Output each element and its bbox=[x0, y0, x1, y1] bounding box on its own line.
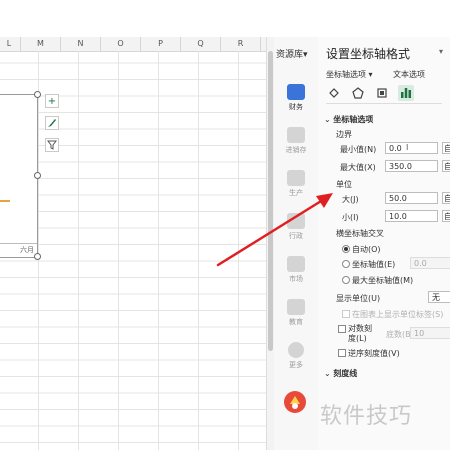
min-value-input[interactable]: 0.0 I bbox=[385, 142, 438, 154]
horizontal-axis-crosses-label: 横坐标轴交叉 bbox=[336, 229, 384, 238]
major-unit-input[interactable]: 50.0 bbox=[385, 192, 438, 204]
chevron-down-icon: ▾ bbox=[368, 70, 373, 79]
filter-icon bbox=[47, 140, 57, 150]
major-auto-button[interactable]: 自动 bbox=[442, 192, 450, 204]
resource-item-finance[interactable]: 财务 bbox=[274, 84, 318, 112]
fill-line-icon[interactable] bbox=[326, 85, 342, 101]
max-auto-button[interactable]: 自动 bbox=[442, 160, 450, 172]
panel-title: 设置坐标轴格式 bbox=[326, 47, 411, 61]
chart-category-axis bbox=[0, 243, 37, 244]
show-units-label: 在图表上显示单位标签(S) bbox=[352, 310, 444, 319]
store-icon bbox=[287, 127, 305, 143]
cross-max-label[interactable]: 最大坐标轴值(M) bbox=[352, 275, 413, 286]
resource-item-more[interactable]: 更多 bbox=[274, 342, 318, 370]
text-cursor-icon: I bbox=[406, 143, 409, 152]
column-header-m[interactable]: M bbox=[21, 37, 61, 51]
resource-item-admin[interactable]: 行政 bbox=[274, 213, 318, 241]
chart-resize-handle-top-right[interactable] bbox=[34, 91, 41, 98]
scrollbar-thumb[interactable] bbox=[268, 51, 273, 351]
minor-auto-button[interactable]: 自动 bbox=[442, 210, 450, 222]
divider bbox=[326, 103, 442, 104]
column-header-o[interactable]: O bbox=[101, 37, 141, 51]
tab-text-options[interactable]: 文本选项 bbox=[393, 69, 425, 80]
chart-object[interactable]: 六月 bbox=[0, 94, 38, 258]
cell-grid[interactable] bbox=[0, 51, 266, 450]
max-value-input[interactable]: 350.0 bbox=[385, 160, 438, 172]
section-tick-marks[interactable]: ⌄ 刻度线 bbox=[324, 368, 357, 379]
show-units-checkbox[interactable] bbox=[342, 310, 350, 318]
size-properties-icon[interactable] bbox=[374, 85, 390, 101]
chart-filter-button[interactable] bbox=[45, 138, 59, 152]
column-header-p[interactable]: P bbox=[141, 37, 181, 51]
education-icon bbox=[287, 299, 305, 315]
tab-axis-options[interactable]: 坐标轴选项 ▾ bbox=[326, 69, 373, 80]
reverse-order-checkbox[interactable] bbox=[338, 349, 346, 357]
column-header-row: L M N O P Q R bbox=[0, 37, 266, 52]
cross-axis-value-input[interactable]: 0.0 bbox=[410, 257, 450, 269]
cross-auto-label[interactable]: 自动(O) bbox=[352, 244, 381, 255]
column-header-q[interactable]: Q bbox=[181, 37, 221, 51]
column-header-n[interactable]: N bbox=[61, 37, 101, 51]
min-label: 最小值(N) bbox=[340, 145, 377, 154]
minor-unit-label: 小(I) bbox=[342, 213, 359, 222]
chart-resize-handle-bottom-right[interactable] bbox=[34, 253, 41, 260]
chart-styles-button[interactable] bbox=[45, 116, 59, 130]
display-units-select[interactable]: 无 bbox=[428, 291, 450, 303]
wallet-icon bbox=[287, 84, 305, 100]
log-scale-checkbox[interactable] bbox=[338, 325, 346, 333]
watermark-logo bbox=[284, 391, 306, 413]
cross-axis-value-label[interactable]: 坐标轴值(E) bbox=[352, 259, 395, 270]
display-units-label: 显示单位(U) bbox=[336, 294, 381, 303]
cross-auto-radio[interactable] bbox=[342, 245, 350, 253]
chevron-down-icon: ⌄ bbox=[324, 115, 331, 124]
chevron-down-icon: ⌄ bbox=[324, 369, 331, 378]
major-unit-label: 大(J) bbox=[342, 195, 359, 204]
minor-unit-input[interactable]: 10.0 bbox=[385, 210, 438, 222]
chart-elements-button[interactable]: + bbox=[45, 94, 59, 108]
resource-item-market[interactable]: 市场 bbox=[274, 256, 318, 284]
more-icon bbox=[288, 342, 304, 358]
resource-item-education[interactable]: 教育 bbox=[274, 299, 318, 327]
chart-axis-label: 六月 bbox=[20, 246, 34, 254]
effects-icon[interactable] bbox=[350, 85, 366, 101]
resource-item-inventory[interactable]: 进销存 bbox=[274, 127, 318, 155]
column-header-l[interactable]: L bbox=[0, 37, 21, 51]
spreadsheet-area[interactable]: L M N O P Q R 六月 + bbox=[0, 37, 266, 450]
resource-item-production[interactable]: 生产 bbox=[274, 170, 318, 198]
axis-options-icon[interactable] bbox=[398, 85, 414, 101]
column-header-r[interactable]: R bbox=[221, 37, 261, 51]
watermark-text: 软件技巧 bbox=[320, 404, 413, 429]
production-icon bbox=[287, 170, 305, 186]
cross-max-radio[interactable] bbox=[342, 276, 350, 284]
format-axis-panel: 设置坐标轴格式 ▾ 坐标轴选项 ▾ 文本选项 ⌄ 坐标轴选项 边界 最小值(N)… bbox=[318, 37, 450, 450]
resource-sidebar: 资源库▾ 财务 进销存 生产 行政 市场 教育 更多 bbox=[274, 37, 319, 450]
brush-icon bbox=[48, 119, 56, 127]
section-axis-options[interactable]: ⌄ 坐标轴选项 bbox=[324, 114, 373, 125]
bounds-label: 边界 bbox=[336, 130, 352, 139]
cross-axis-value-radio[interactable] bbox=[342, 260, 350, 268]
log-scale-label[interactable]: 对数刻度(L) bbox=[348, 324, 378, 344]
plus-icon: + bbox=[47, 95, 57, 107]
chart-series-line bbox=[0, 200, 10, 202]
reverse-order-label[interactable]: 逆序刻度值(V) bbox=[348, 348, 400, 359]
panel-menu-icon[interactable]: ▾ bbox=[439, 47, 443, 56]
min-auto-button[interactable]: 自动 bbox=[442, 142, 450, 154]
market-icon bbox=[287, 256, 305, 272]
units-label: 单位 bbox=[336, 180, 352, 189]
chevron-down-icon: ▾ bbox=[303, 50, 308, 60]
max-label: 最大值(X) bbox=[340, 163, 376, 172]
chart-resize-handle-right[interactable] bbox=[34, 172, 41, 179]
resource-library-title[interactable]: 资源库▾ bbox=[276, 47, 308, 60]
log-base-input[interactable]: 10 bbox=[410, 327, 450, 339]
admin-icon bbox=[287, 213, 305, 229]
